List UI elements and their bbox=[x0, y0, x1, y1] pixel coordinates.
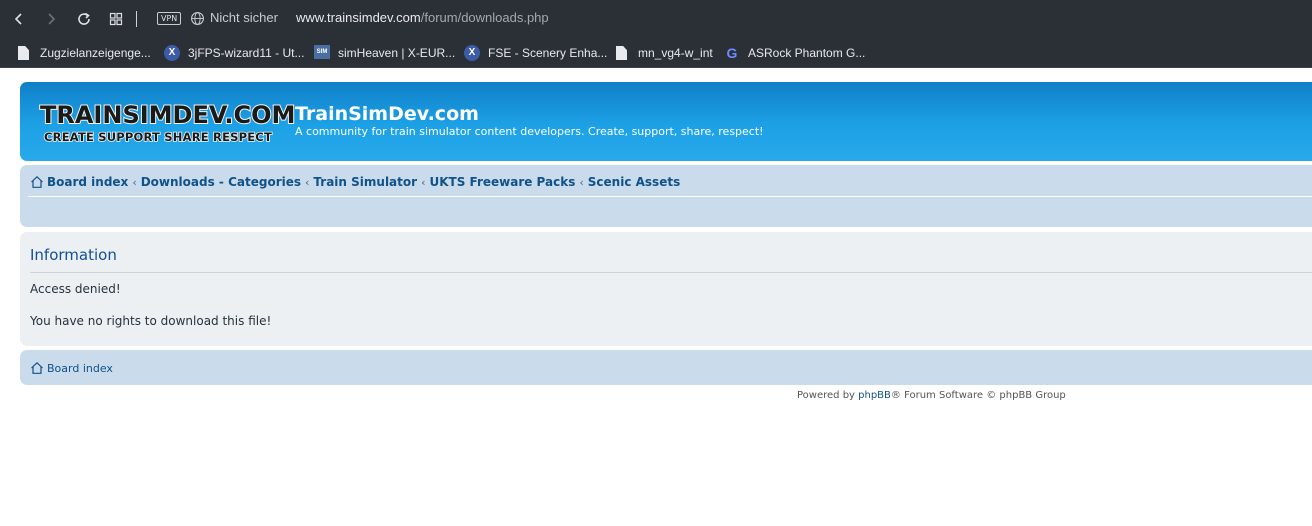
breadcrumb-train-simulator[interactable]: Train Simulator bbox=[313, 175, 417, 189]
bottom-breadcrumb: Board index bbox=[30, 361, 113, 375]
footer-prefix: Powered by bbox=[797, 390, 859, 401]
breadcrumb-ukts-freeware-packs[interactable]: UKTS Freeware Packs bbox=[429, 175, 575, 189]
breadcrumb-board-index[interactable]: Board index bbox=[47, 175, 128, 189]
site-header: TRAINSIMDEV.COM CREATE SUPPORT SHARE RES… bbox=[20, 82, 1312, 161]
vpn-badge[interactable]: VPN bbox=[157, 12, 182, 25]
site-logo[interactable]: TRAINSIMDEV.COM CREATE SUPPORT SHARE RES… bbox=[39, 100, 296, 149]
bookmark-label: Zugzielanzeigenge... bbox=[40, 46, 151, 60]
breadcrumb-downloads-categories[interactable]: Downloads - Categories bbox=[141, 175, 301, 189]
g-icon: G bbox=[726, 45, 738, 61]
reload-icon bbox=[78, 12, 90, 25]
browser-toolbar: VPN Nicht sicher www.trainsimdev.com/for… bbox=[0, 0, 1312, 38]
page-footer: Powered by phpBB® Forum Software © phpBB… bbox=[797, 390, 1066, 401]
breadcrumb-separator: ‹ bbox=[579, 175, 584, 189]
bookmark-label: ASRock Phantom G... bbox=[748, 46, 866, 60]
url-path: /forum/downloads.php bbox=[420, 10, 549, 25]
breadcrumb: Board index ‹ Downloads - Categories ‹ T… bbox=[30, 175, 680, 189]
panel-divider bbox=[30, 272, 1312, 273]
chevron-left-icon bbox=[14, 13, 22, 25]
breadcrumb-scenic-assets[interactable]: Scenic Assets bbox=[588, 175, 680, 189]
bookmark-item[interactable]: G ASRock Phantom G... bbox=[724, 44, 866, 62]
bookmark-item[interactable]: Zugzielanzeigenge... bbox=[16, 44, 151, 62]
chevron-right-icon bbox=[48, 13, 56, 25]
breadcrumb-navbar: Board index ‹ Downloads - Categories ‹ T… bbox=[20, 165, 1312, 227]
reload-button[interactable] bbox=[74, 9, 94, 29]
grid-icon bbox=[109, 12, 123, 26]
address-bar[interactable]: www.trainsimdev.com/forum/downloads.php bbox=[296, 10, 549, 25]
forward-button[interactable] bbox=[41, 9, 61, 29]
panel-title: Information bbox=[30, 246, 117, 264]
access-denied-message: Access denied! bbox=[30, 282, 121, 296]
bookmarks-bar: Zugzielanzeigenge... X 3jFPS-wizard11 - … bbox=[0, 38, 1312, 68]
file-icon bbox=[16, 45, 32, 61]
tabs-grid-button[interactable] bbox=[106, 9, 126, 29]
bookmark-label: 3jFPS-wizard11 - Ut... bbox=[188, 46, 305, 60]
navbar-divider bbox=[28, 196, 1312, 197]
logo-text: TRAINSIMDEV.COM bbox=[39, 100, 296, 130]
breadcrumb-separator: ‹ bbox=[421, 175, 426, 189]
file-icon bbox=[614, 45, 630, 61]
globe-icon[interactable] bbox=[190, 11, 205, 26]
breadcrumb-separator: ‹ bbox=[305, 175, 310, 189]
bookmark-label: simHeaven | X-EUR... bbox=[338, 46, 456, 60]
home-icon bbox=[31, 361, 43, 374]
phpbb-link[interactable]: phpBB bbox=[858, 390, 891, 401]
bookmark-item[interactable]: X 3jFPS-wizard11 - Ut... bbox=[164, 44, 304, 62]
no-rights-message: You have no rights to download this file… bbox=[30, 314, 272, 328]
url-host: www.trainsimdev.com bbox=[296, 10, 421, 25]
bottom-board-index-link[interactable]: Board index bbox=[47, 362, 113, 375]
simheaven-icon: SIM bbox=[314, 45, 330, 61]
back-button[interactable] bbox=[9, 9, 29, 29]
information-panel: Information Access denied! You have no r… bbox=[20, 232, 1312, 346]
bookmark-item[interactable]: mn_vg4-w_int bbox=[614, 44, 713, 62]
xplane-icon: X bbox=[164, 45, 180, 61]
breadcrumb-separator: ‹ bbox=[132, 175, 137, 189]
bottom-navbar: Board index bbox=[20, 350, 1312, 385]
footer-suffix: ® Forum Software © phpBB Group bbox=[890, 390, 1066, 401]
site-title[interactable]: TrainSimDev.com bbox=[295, 103, 479, 125]
logo-slogan: CREATE SUPPORT SHARE RESPECT bbox=[43, 129, 272, 145]
site-description: A community for train simulator content … bbox=[295, 125, 764, 138]
bookmark-item[interactable]: X FSE - Scenery Enha... bbox=[464, 44, 607, 62]
bookmark-label: FSE - Scenery Enha... bbox=[488, 46, 608, 60]
security-status[interactable]: Nicht sicher bbox=[210, 10, 278, 25]
bookmark-item[interactable]: SIM simHeaven | X-EUR... bbox=[314, 44, 455, 62]
bookmark-label: mn_vg4-w_int bbox=[638, 46, 713, 60]
toolbar-separator bbox=[136, 11, 137, 27]
xplane-icon: X bbox=[464, 45, 480, 61]
home-icon bbox=[31, 175, 43, 188]
